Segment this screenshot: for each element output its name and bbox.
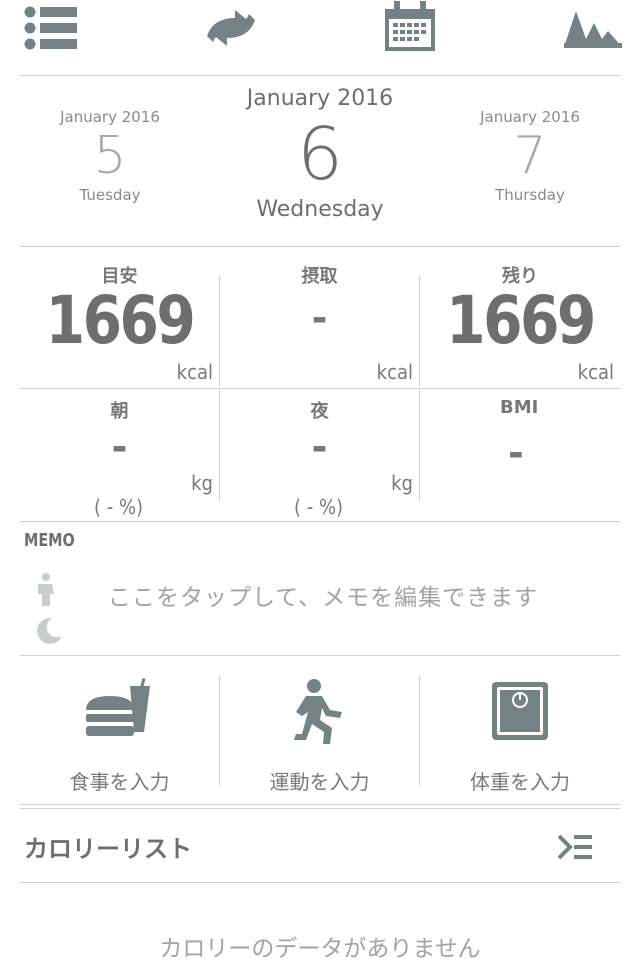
weight-input-button[interactable]: 体重を入力 [420,656,620,804]
menu-list-icon[interactable] [24,5,78,51]
bmi-label: BMI [500,397,539,418]
next-day[interactable]: January 2016 7 Thursday [440,108,620,204]
prev-day-number: 5 [93,126,127,186]
intake-unit: kcal [376,360,413,384]
morning-value: - [111,425,128,469]
night-weight-cell[interactable]: 夜 - kg ( - %) [220,389,419,521]
sync-icon[interactable] [199,6,263,50]
current-day: January 2016 6 Wednesday [200,86,440,222]
current-weekday: Wednesday [256,197,384,222]
night-percent: ( - %) [294,495,344,519]
night-value: - [311,425,328,469]
current-day-number: 6 [297,112,343,196]
person-icon [32,572,60,608]
calorie-list-empty: カロリーのデータがありません [159,936,481,962]
bmi-value: - [508,431,524,475]
expand-list-icon[interactable] [558,834,592,860]
current-month: January 2016 [246,86,394,111]
prev-day-month: January 2016 [60,108,160,126]
meal-input-button[interactable]: 食事を入力 [20,656,219,804]
target-unit: kcal [176,360,213,384]
night-unit: kg [391,471,413,495]
divider [20,804,620,805]
intake-value: - [311,296,328,340]
remaining-value: 1669 [446,282,596,359]
memo-placeholder[interactable]: ここをタップして、メモを編集できます [108,578,538,612]
next-day-number: 7 [513,126,547,186]
target-calories-cell[interactable]: 目安 1669 kcal [20,256,219,388]
exercise-input-button[interactable]: 運動を入力 [220,656,419,804]
prev-day-weekday: Tuesday [79,186,141,204]
night-label: 夜 [310,401,329,422]
calendar-icon[interactable] [384,1,436,53]
memo-title: MEMO [24,530,75,551]
next-day-weekday: Thursday [495,186,565,204]
divider [20,808,620,809]
morning-weight-cell[interactable]: 朝 - kg ( - %) [20,389,219,521]
meal-input-label: 食事を入力 [69,770,170,794]
intake-label: 摂取 [301,266,338,287]
burger-drink-icon [84,678,154,742]
scale-icon [492,682,548,740]
morning-label: 朝 [110,401,129,422]
prev-day[interactable]: January 2016 5 Tuesday [20,108,200,204]
next-day-month: January 2016 [480,108,580,126]
divider [20,75,620,76]
graph-icon[interactable] [564,5,622,49]
morning-unit: kg [191,471,213,495]
divider [20,521,620,522]
divider [20,882,620,883]
remaining-unit: kcal [577,360,614,384]
remaining-calories-cell[interactable]: 残り 1669 kcal [420,256,620,388]
target-value: 1669 [45,282,196,359]
intake-calories-cell[interactable]: 摂取 - kcal [220,256,419,388]
morning-percent: ( - %) [94,495,144,519]
exercise-input-label: 運動を入力 [269,770,370,794]
weight-input-label: 体重を入力 [470,770,570,794]
calorie-list-title: カロリーリスト [24,835,192,863]
running-person-icon [292,678,350,746]
divider [20,246,620,247]
moon-icon [32,614,64,646]
bmi-cell[interactable]: BMI - [420,389,620,521]
